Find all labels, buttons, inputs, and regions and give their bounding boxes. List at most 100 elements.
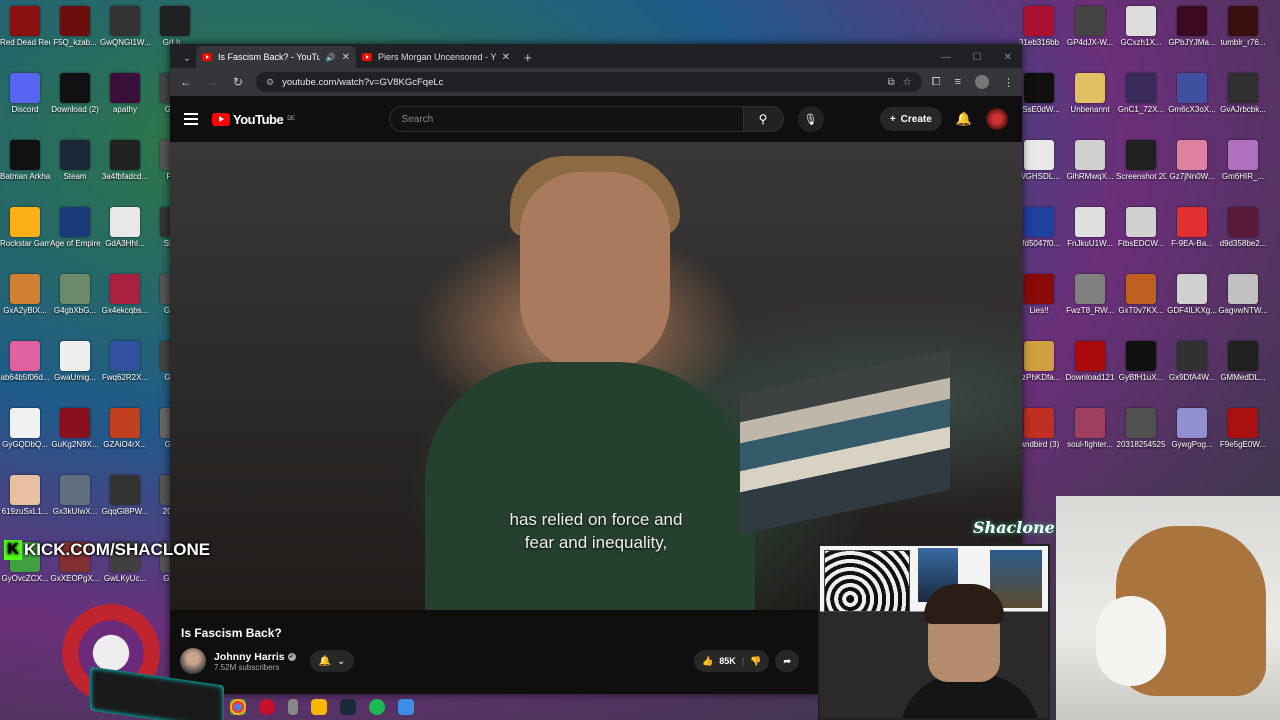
desktop-icon[interactable]: Steam — [50, 140, 100, 181]
desktop-icon[interactable]: GP4dJX-W... — [1065, 6, 1115, 47]
desktop-icon[interactable]: GlhRMwqX... — [1065, 140, 1115, 181]
desktop-icon[interactable]: GrLh... — [150, 6, 200, 47]
steam-icon[interactable] — [340, 699, 356, 715]
desktop-icon[interactable]: F9e5gE0W... — [1218, 408, 1268, 449]
site-info-icon[interactable]: ⚙ — [266, 77, 274, 88]
notifications-bell-icon[interactable]: 🔔 — [956, 111, 972, 127]
address-bar[interactable]: ⚙ youtube.com/watch?v=GV8KGcFqeLc ⧉ ☆ — [256, 72, 922, 92]
desktop-icon[interactable]: GxA2yBIX... — [0, 274, 50, 315]
like-button[interactable]: 👍 85K | 👎 — [694, 650, 770, 672]
desktop-icon[interactable]: Unbenannt — [1065, 73, 1115, 114]
tab-youtube-fascism[interactable]: Is Fascism Back? - YouTube 🔊 ✕ — [196, 46, 356, 68]
desktop-icon-label: d9d358be2... — [1219, 239, 1267, 248]
media-controls-icon[interactable]: ≡ — [955, 76, 961, 88]
chrome-icon[interactable] — [230, 699, 246, 715]
desktop-icon[interactable]: GdA3HhI... — [100, 207, 150, 248]
desktop-icon[interactable]: 20318254525 — [1116, 408, 1166, 449]
notepad-icon[interactable] — [398, 699, 414, 715]
youtube-logo[interactable]: YouTube DE — [212, 112, 295, 127]
desktop-icon[interactable]: GPbJYJMa... — [1167, 6, 1217, 47]
desktop-icon[interactable]: GwQNGI1W... — [100, 6, 150, 47]
tab-piers-morgan[interactable]: Piers Morgan Uncensored - Yo ✕ — [356, 46, 516, 68]
desktop-icon[interactable]: 619zuSxL1... — [0, 475, 50, 516]
desktop-icon[interactable]: soul-fighter... — [1065, 408, 1115, 449]
minimize-icon[interactable]: — — [941, 52, 951, 63]
desktop-icon[interactable]: Gx9DfA4W... — [1167, 341, 1217, 382]
desktop-icon[interactable]: GqqGl8PW... — [100, 475, 150, 516]
extensions-icon[interactable]: ⧠ — [932, 76, 941, 89]
desktop-icon[interactable]: FtbsEDCW... — [1116, 207, 1166, 248]
tab-search-icon[interactable]: ⌄ — [178, 48, 196, 68]
desktop-icon[interactable]: GywgPog... — [1167, 408, 1217, 449]
channel-name[interactable]: Johnny Harris — [214, 651, 285, 663]
desktop-icon[interactable]: ab64b5f06d... — [0, 341, 50, 382]
desktop-icon[interactable]: F5Q_kzab... — [50, 6, 100, 47]
desktop-icon[interactable]: GyBfH1uX... — [1116, 341, 1166, 382]
spotify-icon[interactable] — [369, 699, 385, 715]
close-window-icon[interactable]: ✕ — [1004, 52, 1012, 63]
desktop-icon[interactable]: apathy — [100, 73, 150, 114]
install-app-icon[interactable]: ⧉ — [888, 77, 895, 88]
desktop-icon[interactable]: GnC1_72X... — [1116, 73, 1166, 114]
desktop-icon[interactable]: Fwq62R2X... — [100, 341, 150, 382]
app-red-icon[interactable] — [259, 699, 275, 715]
desktop-icon[interactable]: Gm6HIR_... — [1218, 140, 1268, 181]
close-tab-icon[interactable]: ✕ — [342, 52, 350, 63]
app-shield-icon[interactable] — [311, 699, 327, 715]
desktop-icon[interactable]: GuKg2N9X... — [50, 408, 100, 449]
desktop-icon[interactable]: Batman Arkham As... — [0, 140, 50, 181]
account-avatar[interactable] — [986, 108, 1008, 130]
desktop-icon[interactable]: tumblr_r76... — [1218, 6, 1268, 47]
desktop-icon-thumbnail — [10, 140, 40, 170]
app-figure-icon[interactable] — [288, 699, 298, 715]
bookmark-star-icon[interactable]: ☆ — [903, 77, 912, 88]
desktop-icon[interactable]: Download121 — [1065, 341, 1115, 382]
desktop-icon[interactable]: FnJkuU1W... — [1065, 207, 1115, 248]
desktop-icon[interactable]: GwaUmig... — [50, 341, 100, 382]
desktop-icon[interactable]: Age of Empires... — [50, 207, 100, 248]
desktop-icon[interactable]: Discord — [0, 73, 50, 114]
desktop-icon[interactable]: d9d358be2... — [1218, 207, 1268, 248]
channel-avatar[interactable] — [180, 648, 206, 674]
desktop-icon[interactable]: 3a4fbfadcd... — [100, 140, 150, 181]
hamburger-menu-icon[interactable] — [184, 113, 198, 125]
desktop-icon[interactable]: GZAiO4rX... — [100, 408, 150, 449]
desktop-icon[interactable]: Download (2) — [50, 73, 100, 114]
share-button[interactable]: ➦ — [775, 650, 800, 672]
close-tab-icon[interactable]: ✕ — [502, 52, 510, 63]
speaker-icon[interactable]: 🔊 — [326, 53, 336, 62]
desktop-icon[interactable]: GyGQDbQ... — [0, 408, 50, 449]
maximize-icon[interactable]: ☐ — [973, 52, 982, 63]
desktop-icon[interactable]: FwzT8_RW... — [1065, 274, 1115, 315]
menu-kebab-icon[interactable]: ⋮ — [1003, 76, 1014, 89]
create-button[interactable]: + Create — [879, 107, 942, 131]
search-input[interactable]: Search — [388, 106, 744, 132]
desktop-icon[interactable]: GvAJrbcbk... — [1218, 73, 1268, 114]
desktop-icon[interactable]: Gx3kUIwX... — [50, 475, 100, 516]
profile-avatar[interactable] — [975, 75, 989, 89]
thumbs-down-icon[interactable]: 👎 — [750, 656, 761, 667]
desktop-icon[interactable]: Screenshot 2023-06-... — [1116, 140, 1166, 181]
desktop-icon[interactable]: Gx4ekcqbs... — [100, 274, 150, 315]
subscription-bell-button[interactable]: 🔔 ⌄ — [310, 650, 354, 672]
desktop-icon[interactable]: F-9EA-Ba... — [1167, 207, 1217, 248]
reload-icon[interactable]: ↻ — [230, 75, 246, 89]
new-tab-button[interactable]: + — [516, 46, 540, 68]
voice-search-button[interactable]: 🎙 — [797, 106, 824, 132]
desktop-icon[interactable]: GxT0v7KX... — [1116, 274, 1166, 315]
desktop-icon[interactable]: Red Dead Redempti... — [0, 6, 50, 47]
desktop-icon[interactable]: GDF4ILKXg... — [1167, 274, 1217, 315]
desktop-icon[interactable]: GMMedDL... — [1218, 341, 1268, 382]
desktop-icon[interactable]: GagvwNTW... — [1218, 274, 1268, 315]
forward-icon[interactable]: → — [204, 75, 220, 89]
desktop-icon[interactable]: Gm6cX3oX... — [1167, 73, 1217, 114]
desktop-icon[interactable]: Rockstar Games ... — [0, 207, 50, 248]
url-text[interactable]: youtube.com/watch?v=GV8KGcFqeLc — [282, 77, 880, 88]
desktop-icon[interactable]: 31eb316bb — [1014, 6, 1064, 47]
desktop-icon[interactable]: G4gbXbG... — [50, 274, 100, 315]
search-button[interactable]: ⚲ — [743, 106, 784, 132]
video-player[interactable]: has relied on force and fear and inequal… — [170, 142, 1022, 610]
desktop-icon[interactable]: Gz7jNn0W... — [1167, 140, 1217, 181]
back-icon[interactable]: ← — [178, 75, 194, 89]
desktop-icon[interactable]: GCxzh1X... — [1116, 6, 1166, 47]
